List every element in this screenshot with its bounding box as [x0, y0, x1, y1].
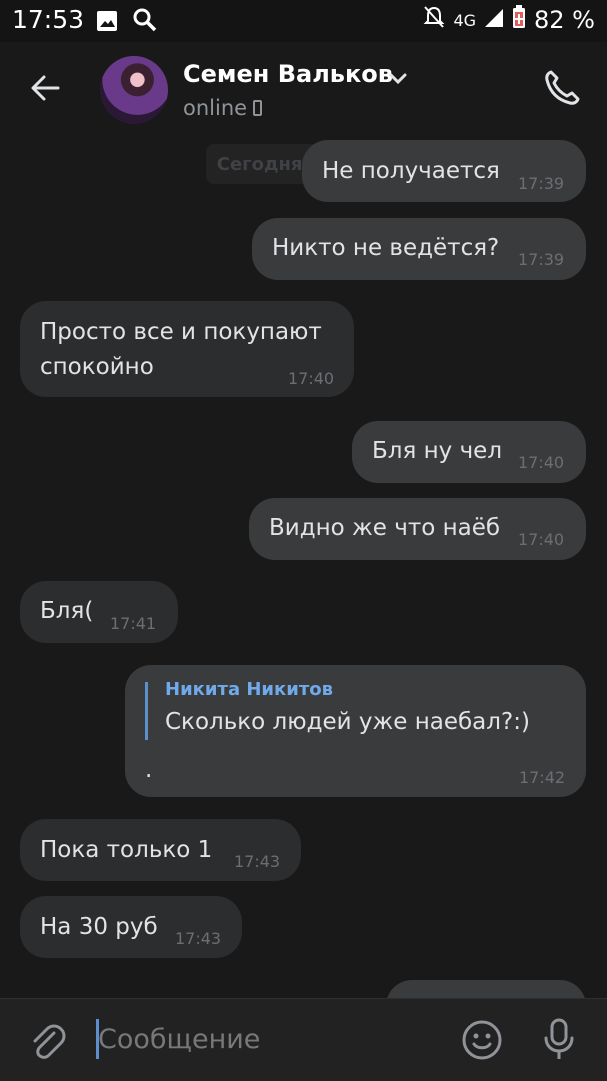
message-bubble-out-partial[interactable] — [386, 980, 586, 998]
message-time: 17:43 — [175, 929, 222, 948]
network-type: 4G — [453, 10, 477, 30]
message-time: 17:40 — [518, 530, 565, 549]
paperclip-icon[interactable] — [28, 1021, 66, 1065]
message-text: Бля ну чел — [372, 438, 503, 464]
image-icon — [96, 10, 118, 36]
contact-name[interactable]: Семен Вальков — [183, 60, 393, 88]
message-text: Пока только 1 — [40, 837, 213, 863]
message-text: . — [145, 757, 153, 783]
message-bubble-in[interactable]: На 30 руб 17:43 — [20, 896, 242, 958]
signal-icon — [484, 6, 504, 34]
message-text: Бля( — [40, 598, 94, 624]
message-time: 17:43 — [234, 852, 281, 871]
phone-icon[interactable] — [542, 68, 582, 112]
message-input[interactable] — [98, 1017, 438, 1061]
message-bubble-in[interactable]: Просто все и покупают спокойно 17:40 — [20, 301, 354, 397]
message-time: 17:42 — [519, 768, 566, 787]
mute-icon — [423, 5, 445, 35]
battery-percent: 82 % — [534, 6, 595, 34]
reply-quoted-text[interactable]: Сколько людей уже наебал?:) — [165, 709, 530, 735]
message-composer — [0, 998, 607, 1081]
message-bubble-out[interactable]: Не получается 17:39 — [302, 140, 586, 202]
message-list[interactable]: Сегодня, 2 июля Не получается 17:39 Никт… — [0, 138, 607, 998]
message-bubble-out-reply[interactable]: Никита Никитов Сколько людей уже наебал?… — [125, 665, 586, 797]
chevron-down-icon[interactable] — [389, 70, 407, 89]
message-time: 17:41 — [110, 614, 157, 633]
message-text: Не получается — [322, 158, 500, 184]
message-text: Видно же что наёб — [269, 515, 501, 541]
message-text: На 30 руб — [40, 914, 158, 940]
message-bubble-out[interactable]: Бля ну чел 17:40 — [352, 421, 586, 483]
status-bar: 17:53 4G 82 % — [0, 0, 607, 42]
reply-bar — [145, 682, 148, 740]
message-time: 17:40 — [288, 369, 335, 388]
reply-author[interactable]: Никита Никитов — [165, 679, 333, 700]
mobile-device-icon — [253, 100, 263, 116]
message-bubble-out[interactable]: Видно же что наёб 17:40 — [249, 498, 586, 560]
message-time: 17:39 — [518, 250, 565, 269]
message-text-line: спокойно — [40, 354, 154, 380]
presence-status: online — [183, 96, 263, 120]
message-bubble-out[interactable]: Никто не ведётся? 17:39 — [252, 218, 586, 280]
message-bubble-in[interactable]: Пока только 1 17:43 — [20, 819, 301, 881]
battery-icon — [512, 5, 526, 35]
search-icon — [132, 7, 158, 37]
message-text-line: Просто все и покупают — [40, 319, 322, 345]
message-bubble-in[interactable]: Бля( 17:41 — [20, 581, 178, 643]
avatar[interactable] — [100, 56, 168, 124]
microphone-icon[interactable] — [541, 1017, 577, 1067]
presence-text: online — [183, 96, 248, 120]
back-arrow-icon[interactable] — [28, 70, 64, 106]
message-time: 17:40 — [518, 453, 565, 472]
status-time: 17:53 — [12, 5, 85, 34]
chat-header: Семен Вальков online — [0, 42, 607, 138]
message-text: Никто не ведётся? — [272, 235, 500, 261]
emoji-icon[interactable] — [461, 1019, 503, 1065]
message-time: 17:39 — [518, 174, 565, 193]
